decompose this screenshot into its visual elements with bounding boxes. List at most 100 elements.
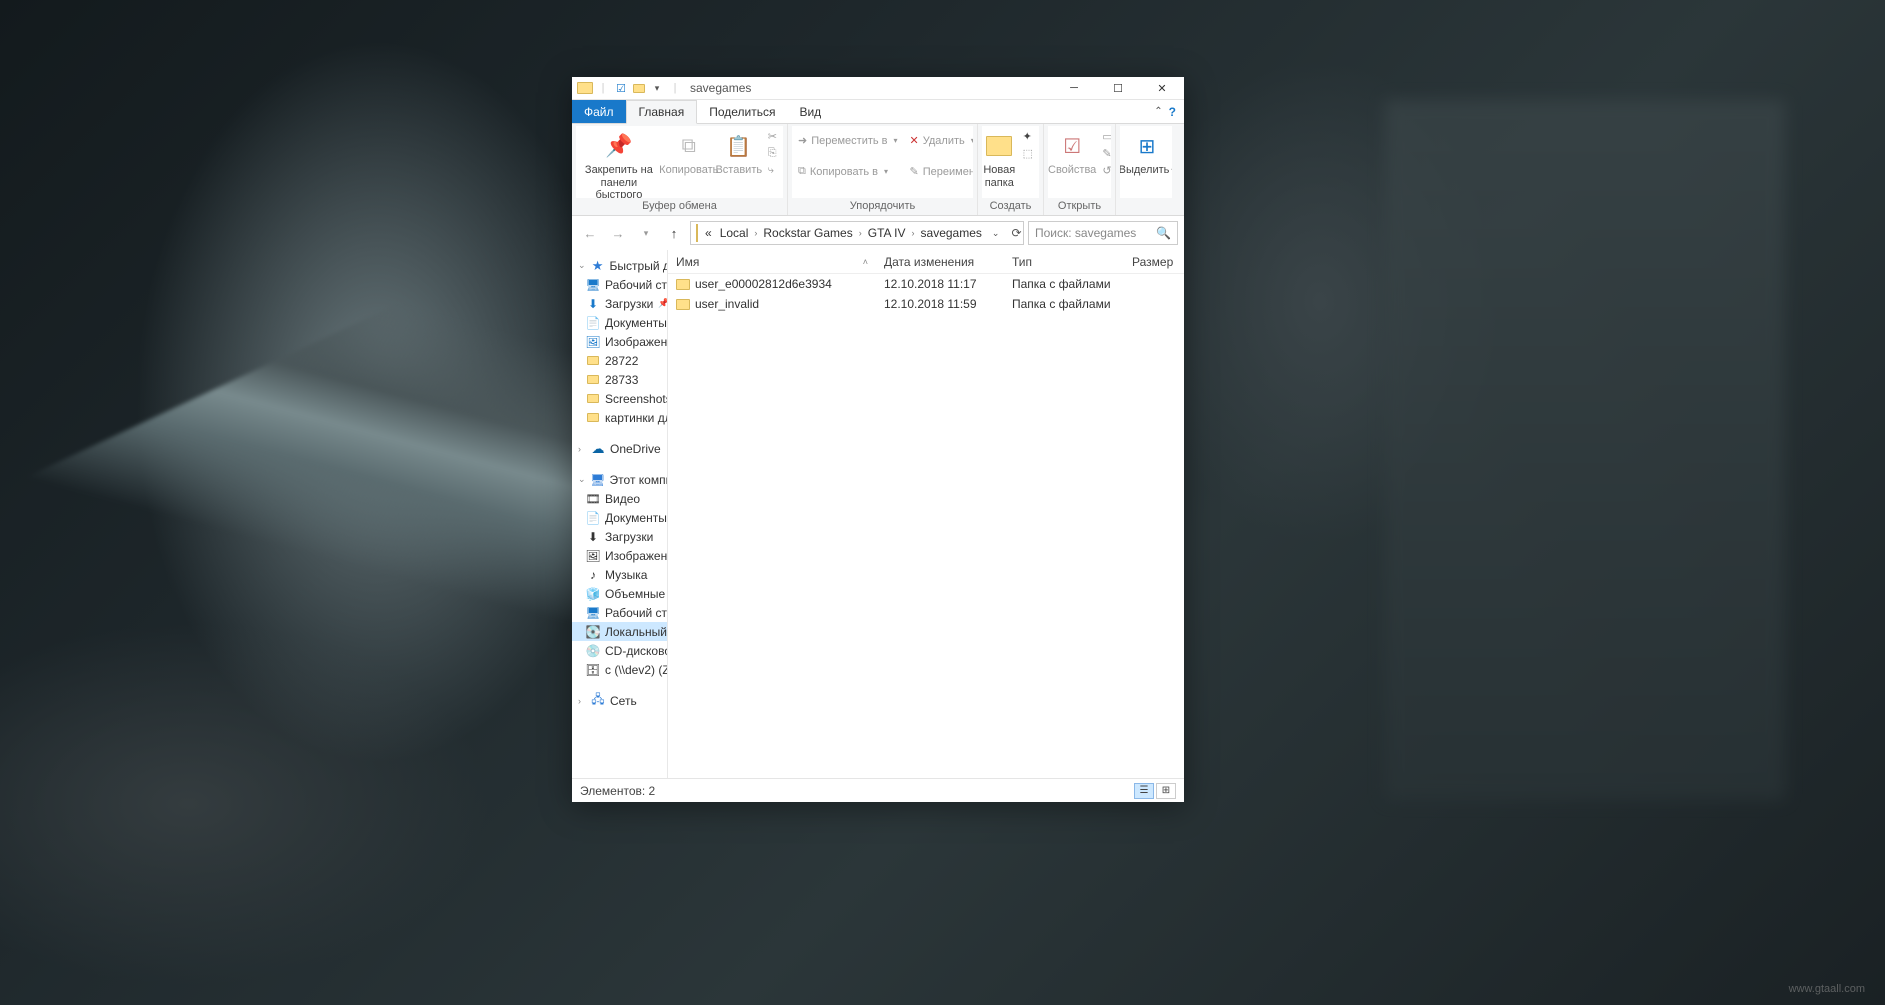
copy-to-button[interactable]: ⧉Копировать в [792,163,904,180]
tree-quick-access[interactable]: ⌄ ★ Быстрый доступ [572,256,667,275]
tree-item-folder[interactable]: картинки для статей [572,408,667,427]
clipboard-extra: ✂ ⎘ ⤷ [762,126,783,179]
search-input[interactable]: Поиск: savegames 🔍 [1028,221,1178,245]
tree-item-folder[interactable]: Screenshots [572,389,667,408]
scissors-icon: ✂ [768,130,777,143]
tree-item-documents[interactable]: 📄Документы [572,508,667,527]
tab-home[interactable]: Главная [626,100,698,124]
move-icon: ➜ [798,134,807,147]
folder-icon [676,279,690,290]
tab-file[interactable]: Файл [572,100,626,123]
chevron-up-icon: ⌃ [1154,106,1162,117]
tree-item-documents[interactable]: 📄Документы📌 [572,313,667,332]
tab-view[interactable]: Вид [787,100,833,123]
details-view-button[interactable]: ☰ [1134,783,1154,799]
pin-to-quick-access-button[interactable]: 📌 Закрепить на панели быстрого доступа [576,126,662,198]
select-button[interactable]: ⊞ Выделить [1120,126,1172,177]
tree-item-pictures[interactable]: 🖼Изображения📌 [572,332,667,351]
properties-button[interactable]: ☑ Свойства [1048,126,1096,177]
tree-item-downloads[interactable]: ⬇Загрузки [572,527,667,546]
maximize-button[interactable]: ☐ [1096,77,1140,99]
recent-locations-button[interactable]: ▾ [634,221,658,245]
chevron-right-icon[interactable]: › [578,696,586,706]
icons-view-button[interactable]: ⊞ [1156,783,1176,799]
tree-item-desktop[interactable]: 🖥Рабочий стол [572,603,667,622]
forward-button[interactable]: → [606,221,630,245]
qat-customize-icon[interactable]: ▾ [648,79,666,97]
column-date[interactable]: Дата изменения [876,255,1004,269]
tree-item-folder[interactable]: 28733 [572,370,667,389]
tree-item-cd-drive[interactable]: 💿CD-дисковод (E:) [572,641,667,660]
window-title: savegames [684,81,1052,95]
new-item-button[interactable]: ✦ [1017,128,1039,145]
rename-button[interactable]: ✎Переименовать [904,163,973,180]
easy-access-button[interactable]: ⬚ [1017,145,1039,162]
tree-item-local-disk[interactable]: 💽Локальный диск (C:) [572,622,667,641]
column-name[interactable]: Имя˄ [668,255,876,269]
file-row[interactable]: user_invalid 12.10.2018 11:59 Папка с фа… [668,294,1184,314]
desktop-icon: 🖥 [586,278,600,292]
breadcrumb-item[interactable]: Rockstar Games [759,226,856,240]
refresh-button[interactable]: ⟳ [1005,226,1024,240]
chevron-right-icon[interactable]: › [578,444,586,454]
group-label-select [1120,198,1172,215]
chevron-right-icon[interactable]: › [910,228,917,238]
tree-item-desktop[interactable]: 🖥Рабочий стол📌 [572,275,667,294]
tree-this-pc[interactable]: ⌄ 🖥 Этот компьютер [572,470,667,489]
chevron-right-icon[interactable]: › [857,228,864,238]
tree-onedrive[interactable]: › ☁ OneDrive [572,439,667,458]
file-list[interactable]: Имя˄ Дата изменения Тип Размер user_e000… [668,250,1184,778]
new-folder-icon [983,130,1015,162]
new-folder-qat-icon[interactable] [630,79,648,97]
move-to-button[interactable]: ➜Переместить в [792,132,904,149]
file-row[interactable]: user_e00002812d6e3934 12.10.2018 11:17 П… [668,274,1184,294]
ribbon-group-select: ⊞ Выделить [1116,124,1176,215]
up-button[interactable]: ↑ [662,221,686,245]
title-bar[interactable]: | ☑ ▾ | savegames ─ ☐ ✕ [572,77,1184,100]
easy-access-icon: ⬚ [1023,147,1033,160]
breadcrumb[interactable]: « Local › Rockstar Games › GTA IV › save… [690,221,1024,245]
new-folder-button[interactable]: Новая папка [982,126,1017,189]
disk-icon: 💽 [586,625,600,639]
back-button[interactable]: ← [578,221,602,245]
music-icon: ♪ [586,568,600,582]
column-type[interactable]: Тип [1004,255,1124,269]
properties-qat-icon[interactable]: ☑ [612,79,630,97]
breadcrumb-item[interactable]: savegames [917,226,986,240]
chevron-right-icon[interactable]: › [752,228,759,238]
column-size[interactable]: Размер [1124,255,1184,269]
minimize-button[interactable]: ─ [1052,77,1096,99]
cut-button[interactable]: ✂ [762,128,783,145]
breadcrumb-item[interactable]: Local [716,226,753,240]
chevron-down-icon[interactable]: ⌄ [578,474,586,485]
folder-icon [696,224,698,242]
history-button[interactable]: ↺ [1096,162,1111,179]
view-switcher: ☰ ⊞ [1134,783,1176,799]
help-icon[interactable]: ? [1169,105,1176,119]
copy-path-button[interactable]: ⎘ [762,145,783,162]
tab-share[interactable]: Поделиться [697,100,787,123]
tree-item-downloads[interactable]: ⬇Загрузки📌 [572,294,667,313]
paste-shortcut-button[interactable]: ⤷ [762,162,783,179]
close-button[interactable]: ✕ [1140,77,1184,99]
file-name: user_e00002812d6e3934 [668,277,876,291]
tree-item-music[interactable]: ♪Музыка [572,565,667,584]
paste-button[interactable]: 📋 Вставить [716,126,762,177]
documents-icon: 📄 [586,316,600,330]
delete-button[interactable]: ✕Удалить [904,132,973,149]
copy-button[interactable]: ⧉ Копировать [662,126,716,177]
file-type: Папка с файлами [1004,277,1124,291]
tree-network[interactable]: › 🖧 Сеть [572,691,667,710]
tree-item-folder[interactable]: 28722 [572,351,667,370]
edit-button[interactable]: ✎ [1096,145,1111,162]
breadcrumb-dropdown[interactable]: ⌄ [986,228,1006,239]
tree-item-network-drive[interactable]: 🗄c (\\dev2) (Z:) [572,660,667,679]
tree-item-videos[interactable]: 🎞Видео [572,489,667,508]
breadcrumb-item[interactable]: GTA IV [864,226,910,240]
open-button[interactable]: ▭ [1096,128,1111,145]
navigation-pane[interactable]: ⌄ ★ Быстрый доступ 🖥Рабочий стол📌 ⬇Загру… [572,250,668,778]
tree-item-3d-objects[interactable]: 🧊Объемные объекты [572,584,667,603]
chevron-down-icon[interactable]: ⌄ [578,260,586,271]
ribbon-collapse[interactable]: ⌃ ? [1154,100,1184,123]
tree-item-pictures[interactable]: 🖼Изображения [572,546,667,565]
